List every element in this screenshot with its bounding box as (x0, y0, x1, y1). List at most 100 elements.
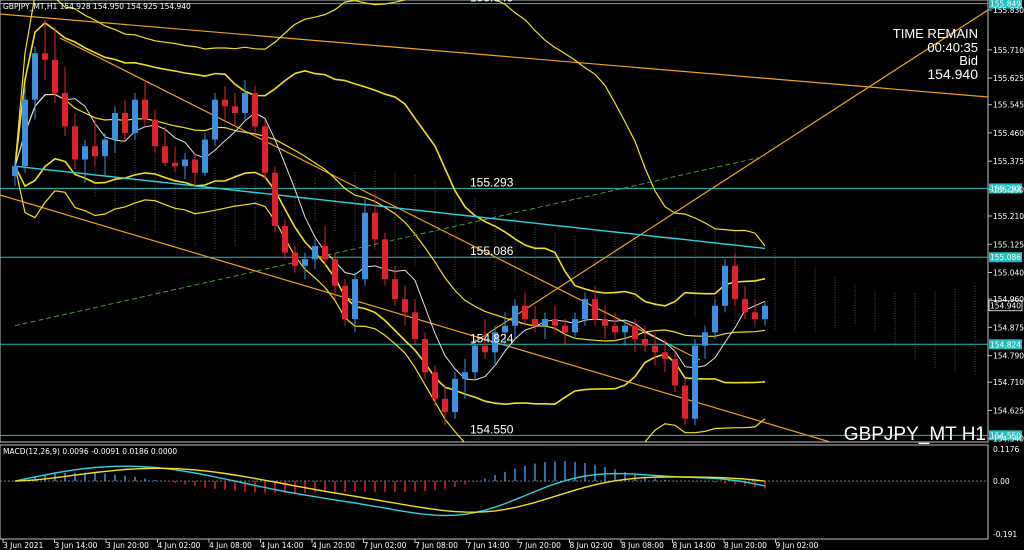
candle-body (192, 159, 198, 173)
candle-body (542, 319, 548, 326)
candle-body (52, 59, 58, 94)
price-chart[interactable]: 155.849155.849155.293155.293155.086155.0… (0, 0, 1024, 550)
main-plot-area (0, 0, 988, 442)
candle-body (332, 259, 338, 286)
candle-body (112, 112, 118, 140)
time-remain-label: TIME REMAIN (893, 26, 978, 41)
candle-body (342, 285, 348, 320)
candle-body (212, 99, 218, 140)
candle-body (512, 305, 518, 326)
candle-body (32, 53, 38, 100)
candle-body (682, 385, 688, 419)
time-tick-label: 8 Jun 20:00 (724, 541, 767, 550)
candle-body (252, 93, 258, 127)
symbol-label: GBPJPY_MT H1 (844, 424, 986, 445)
candle-body (62, 93, 68, 127)
price-tick-label: 154.540 (993, 435, 1024, 444)
candle-body (412, 312, 418, 339)
price-tick-label: 155.375 (993, 157, 1024, 166)
candle-body (382, 239, 388, 280)
macd-main-line (14, 465, 766, 517)
candle-body (582, 299, 588, 320)
bid-value: 154.940 (927, 66, 978, 82)
candle-body (222, 99, 228, 107)
candle-body (352, 279, 358, 320)
price-tick-label: 154.875 (993, 323, 1024, 332)
candle-body (232, 106, 238, 113)
price-tick-label: 154.960 (993, 295, 1024, 304)
time-tick-label: 7 Jun 02:00 (364, 541, 407, 550)
candle-body (562, 325, 568, 333)
candle-body (632, 325, 638, 339)
level-label: 155.849 (470, 0, 514, 5)
candle-body (132, 99, 138, 133)
candle-body (432, 372, 438, 399)
time-tick-label: 4 Jun 08:00 (209, 541, 252, 550)
macd-tick-label: 0.00 (993, 477, 1010, 486)
candle-body (262, 126, 268, 173)
candle-body (532, 319, 538, 326)
candle-body (722, 265, 728, 306)
candle-body (572, 319, 578, 333)
time-tick-label: 7 Jun 14:00 (467, 541, 510, 550)
time-tick-label: 8 Jun 08:00 (621, 541, 664, 550)
macd-tick-label: -0.191 (993, 530, 1017, 539)
candle-body (482, 345, 488, 353)
candle-body (552, 319, 558, 326)
level-label: 155.293 (470, 175, 514, 189)
time-tick-label: 8 Jun 02:00 (570, 541, 613, 550)
candle-body (172, 162, 178, 167)
macd-tick-label: 0.1176 (993, 445, 1019, 454)
level-axis-value: 155.086 (990, 253, 1021, 262)
price-tick-label: 155.040 (993, 269, 1024, 278)
candle-body (612, 325, 618, 333)
price-tick-label: 155.545 (993, 101, 1024, 110)
price-tick-label: 155.710 (993, 46, 1024, 55)
time-tick-label: 7 Jun 20:00 (518, 541, 561, 550)
candle-body (302, 259, 308, 266)
time-tick-label: 3 Jun 14:00 (55, 541, 98, 550)
candle-body (102, 139, 108, 157)
candle-body (292, 252, 298, 266)
time-tick-label: 9 Jun 02:00 (776, 541, 819, 550)
ma-long (14, 155, 766, 327)
candle-body (732, 265, 738, 300)
candle-body (72, 126, 78, 160)
trend-line-upper (0, 13, 988, 98)
candle-body (452, 378, 458, 413)
candle-body (662, 352, 668, 359)
price-tick-label: 155.290 (993, 185, 1024, 194)
candle-body (12, 166, 18, 177)
candle-body (242, 93, 248, 113)
candle-body (402, 299, 408, 313)
level-label: 154.550 (470, 422, 514, 436)
level-label: 155.086 (470, 244, 514, 258)
time-tick-label: 4 Jun 02:00 (158, 541, 201, 550)
ma-fast (14, 93, 766, 381)
bollinger-lower (14, 157, 766, 406)
candle-body (362, 212, 368, 280)
candle-body (622, 325, 628, 333)
candle-body (522, 305, 528, 320)
trend-line-channel (59, 37, 701, 361)
price-tick-label: 154.710 (993, 378, 1024, 387)
time-tick-label: 4 Jun 14:00 (261, 541, 304, 550)
price-tick-label: 155.625 (993, 74, 1024, 83)
ma-slow (14, 165, 766, 250)
candle-body (202, 139, 208, 173)
candle-body (742, 299, 748, 313)
candle-body (472, 345, 478, 373)
candle-body (282, 225, 288, 253)
price-tick-label: 155.460 (993, 129, 1024, 138)
candle-body (182, 159, 188, 167)
candle-body (142, 99, 148, 120)
macd-header: MACD(12,26,9) 0.0096 -0.0091 0.0186 0.00… (3, 447, 177, 456)
candle-body (762, 305, 768, 320)
candle-body (22, 99, 28, 167)
symbol-ohlc-header: GBPJPY_MT,H1 154.928 154.950 154.925 154… (3, 2, 191, 11)
candle-body (372, 212, 378, 240)
candle-body (592, 299, 598, 320)
time-tick-label: 3 Jun 2021 (3, 541, 44, 550)
price-tick-label: 155.125 (993, 240, 1024, 249)
candle-body (462, 372, 468, 379)
